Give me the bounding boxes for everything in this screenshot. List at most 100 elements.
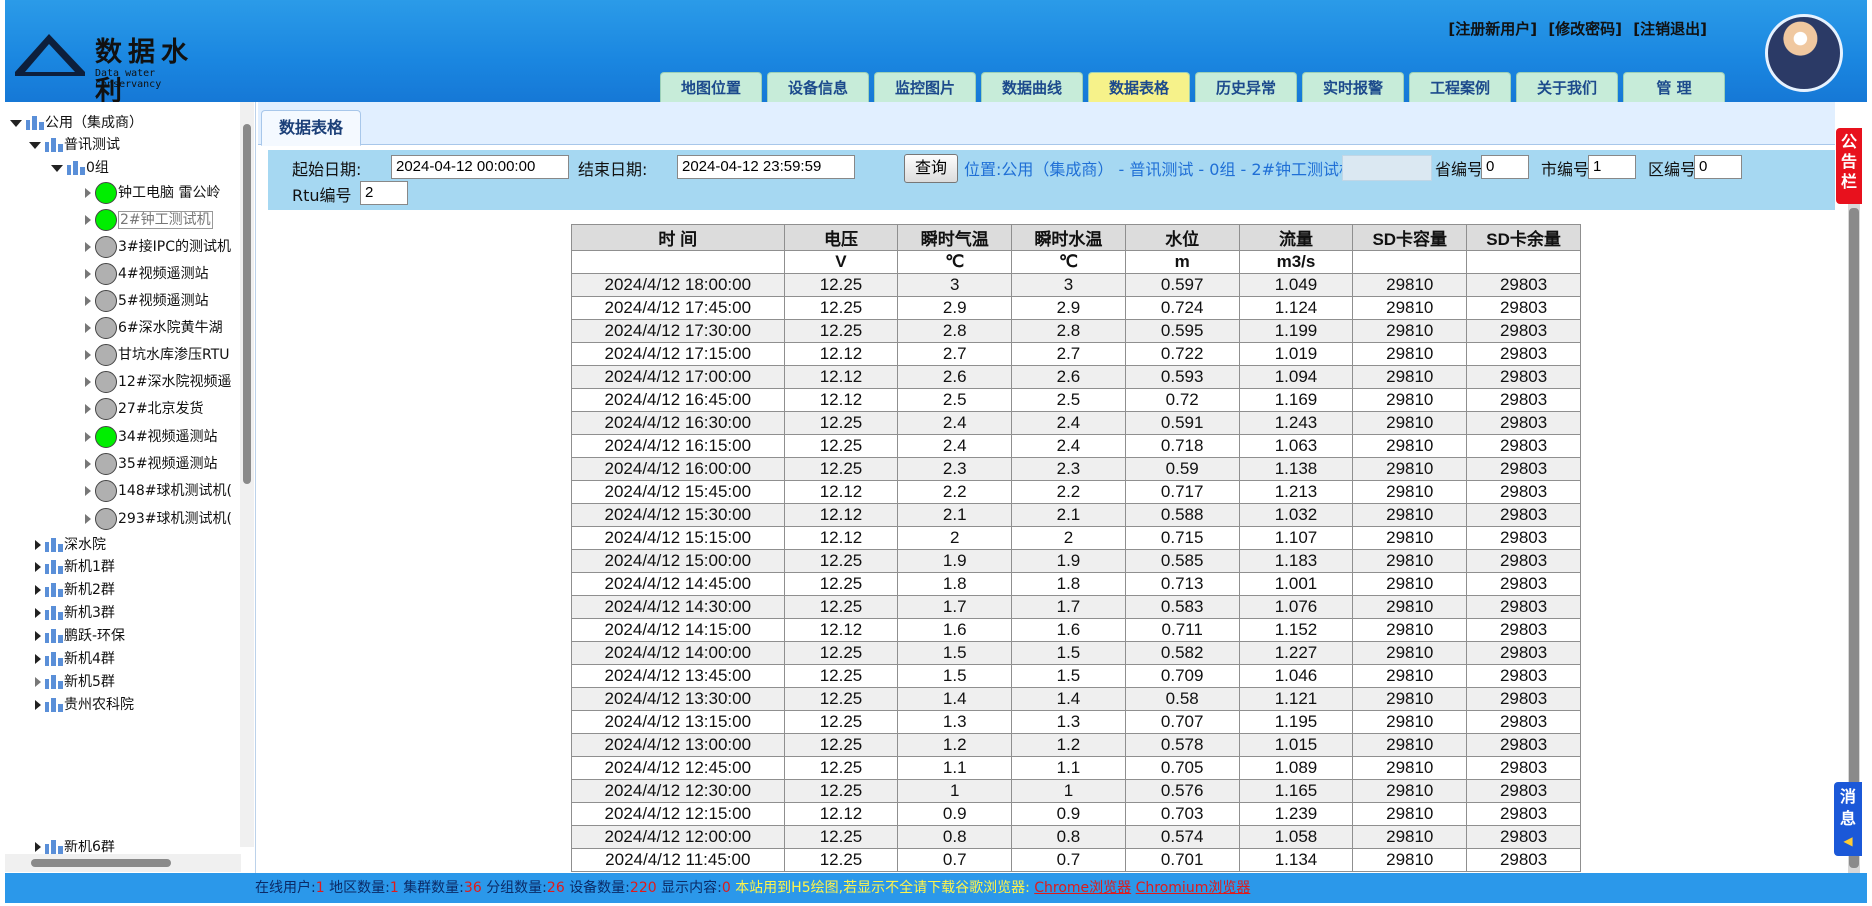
nav-tab-about[interactable]: 关于我们: [1516, 72, 1618, 103]
logout-link[interactable]: [注销退出]: [1633, 20, 1707, 38]
change-password-link[interactable]: [修改密码]: [1548, 20, 1622, 38]
tree-device[interactable]: 148#球机测试机(: [85, 478, 232, 504]
message-tab[interactable]: 消 息 ◀: [1834, 782, 1862, 856]
tree-device[interactable]: 12#深水院视频遥: [85, 369, 232, 395]
expand-icon[interactable]: [35, 540, 41, 550]
tree-vertical-scrollbar[interactable]: [240, 102, 254, 847]
expand-icon[interactable]: [35, 842, 41, 852]
collapse-icon[interactable]: [29, 141, 41, 149]
region-count-label: 地区数量:: [329, 880, 390, 896]
scroll-thumb[interactable]: [243, 124, 251, 484]
expand-icon[interactable]: [85, 404, 91, 414]
table-cell: 12.12: [783, 618, 899, 642]
expand-icon[interactable]: [35, 654, 41, 664]
nav-tab-map[interactable]: 地图位置: [660, 72, 762, 103]
nav-tab-history-anomaly[interactable]: 历史异常: [1195, 72, 1297, 103]
col-header-time[interactable]: 时 间: [571, 224, 785, 251]
scroll-thumb[interactable]: [31, 859, 171, 867]
table-cell: 12.25: [783, 825, 899, 849]
tree-device[interactable]: 6#深水院黄牛湖: [85, 315, 223, 341]
tab-data-table[interactable]: 数据表格: [261, 110, 361, 146]
table-cell: 29803: [1466, 434, 1581, 458]
table-row: 2024/4/12 17:30:00 12.25 2.8 2.8 0.595 1.199 2…: [571, 319, 1581, 343]
expand-icon[interactable]: [85, 296, 91, 306]
expand-icon[interactable]: [35, 677, 41, 687]
tree-device[interactable]: 293#球机测试机(: [85, 506, 232, 532]
table-cell: 2024/4/12 17:45:00: [571, 296, 785, 320]
rtu-input[interactable]: 2: [360, 181, 408, 205]
tree-device[interactable]: 5#视频遥测站: [85, 288, 209, 314]
user-avatar[interactable]: [1765, 14, 1843, 92]
expand-icon[interactable]: [85, 514, 91, 524]
nav-tab-device-info[interactable]: 设备信息: [767, 72, 869, 103]
table-cell: 12.25: [783, 756, 899, 780]
expand-icon[interactable]: [85, 215, 91, 225]
table-cell: 2.1: [1011, 503, 1126, 527]
col-header-voltage[interactable]: 电压: [783, 224, 899, 251]
tree-device[interactable]: 34#视频遥测站: [85, 424, 218, 450]
nav-tab-admin[interactable]: 管 理: [1623, 72, 1725, 103]
page-scroll-thumb[interactable]: [1849, 208, 1859, 868]
nav-tab-realtime-alarm[interactable]: 实时报警: [1302, 72, 1404, 103]
expand-icon[interactable]: [35, 700, 41, 710]
expand-icon[interactable]: [85, 459, 91, 469]
collapse-icon[interactable]: [10, 119, 22, 127]
register-link[interactable]: [注册新用户]: [1448, 20, 1537, 38]
tree-device[interactable]: 钟工电脑 雷公岭: [85, 180, 220, 206]
expand-icon[interactable]: [35, 608, 41, 618]
tree-node-cluster[interactable]: 新机6群: [35, 840, 115, 854]
col-header-air-temp[interactable]: 瞬时气温: [897, 224, 1013, 251]
district-input[interactable]: 0: [1694, 155, 1742, 179]
table-cell: 29803: [1466, 595, 1581, 619]
tree-node-subgroup[interactable]: 0组: [51, 155, 109, 181]
expand-icon[interactable]: [85, 432, 91, 442]
table-cell: 2024/4/12 14:30:00: [571, 595, 785, 619]
col-header-water-temp[interactable]: 瞬时水温: [1011, 224, 1126, 251]
table-cell: 3: [1011, 273, 1126, 297]
notice-board-tab[interactable]: 公 告 栏: [1836, 128, 1862, 204]
tree-horizontal-scrollbar[interactable]: [5, 854, 241, 872]
nav-tab-cases[interactable]: 工程案例: [1409, 72, 1511, 103]
table-cell: 12.25: [783, 733, 899, 757]
chromium-link[interactable]: Chromium浏览器: [1136, 880, 1251, 896]
table-row: 2024/4/12 18:00:00 12.25 3 3 0.597 1.049 29810…: [571, 273, 1581, 297]
table-row: 2024/4/12 12:15:00 12.12 0.9 0.9 0.703 1.239 2…: [571, 802, 1581, 826]
expand-icon[interactable]: [35, 631, 41, 641]
end-date-input[interactable]: 2024-04-12 23:59:59: [677, 155, 855, 179]
tree-device[interactable]: 3#接IPC的测试机: [85, 234, 231, 260]
start-date-input[interactable]: 2024-04-12 00:00:00: [391, 155, 569, 179]
expand-icon[interactable]: [85, 269, 91, 279]
table-cell: 29810: [1352, 388, 1468, 412]
col-header-sd-remaining[interactable]: SD卡余量: [1466, 224, 1581, 251]
nav-tab-data-table[interactable]: 数据表格: [1088, 72, 1190, 103]
expand-icon[interactable]: [35, 562, 41, 572]
table-cell: 2024/4/12 13:15:00: [571, 710, 785, 734]
query-button[interactable]: 查询: [904, 154, 958, 183]
tree-node-cluster[interactable]: 贵州农科院: [35, 692, 134, 718]
col-header-flow[interactable]: 流量: [1238, 224, 1354, 251]
table-cell: 12.12: [783, 388, 899, 412]
tree-device[interactable]: 4#视频遥测站: [85, 261, 209, 287]
tree-device[interactable]: 27#北京发货: [85, 396, 204, 422]
expand-icon[interactable]: [85, 486, 91, 496]
chrome-link[interactable]: Chrome浏览器: [1034, 880, 1131, 896]
nav-tab-monitor-images[interactable]: 监控图片: [874, 72, 976, 103]
tree-device[interactable]: 甘坑水库渗压RTU: [85, 342, 230, 368]
expand-icon[interactable]: [85, 323, 91, 333]
tree-device-selected[interactable]: 2#钟工测试机: [85, 207, 213, 233]
table-cell: 2024/4/12 13:45:00: [571, 664, 785, 688]
unit-cell: V: [783, 250, 899, 274]
tree-device[interactable]: 35#视频遥测站: [85, 451, 218, 477]
province-input[interactable]: 0: [1481, 155, 1529, 179]
col-header-sd-capacity[interactable]: SD卡容量: [1352, 224, 1468, 251]
expand-icon[interactable]: [85, 350, 91, 360]
expand-icon[interactable]: [35, 585, 41, 595]
expand-icon[interactable]: [85, 377, 91, 387]
building-icon: [45, 675, 63, 689]
expand-icon[interactable]: [85, 188, 91, 198]
collapse-icon[interactable]: [51, 164, 63, 172]
city-input[interactable]: 1: [1588, 155, 1636, 179]
expand-icon[interactable]: [85, 242, 91, 252]
nav-tab-data-curve[interactable]: 数据曲线: [981, 72, 1083, 103]
col-header-water-level[interactable]: 水位: [1124, 224, 1240, 251]
